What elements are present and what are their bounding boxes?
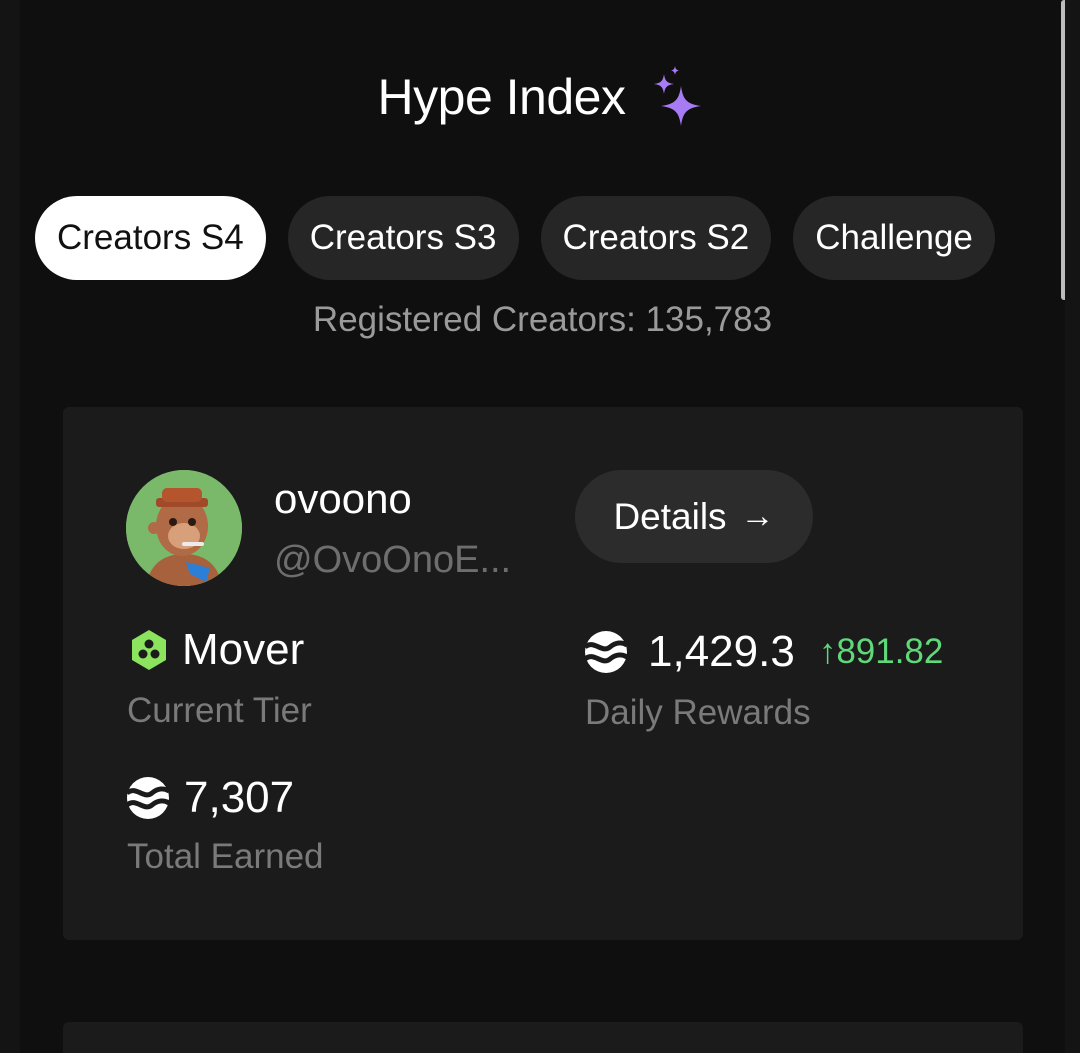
hexagon-tier-icon: [132, 630, 166, 670]
registered-creators-count: Registered Creators: 135,783: [312, 300, 773, 339]
tab-creators-s2[interactable]: Creators S2: [540, 196, 772, 280]
app-frame: Hype Index Creators S4 Creators S3 Creat…: [20, 0, 1065, 1053]
arrow-right-icon: →: [740, 497, 775, 535]
header: Hype Index: [20, 62, 1065, 132]
wave-coin-icon: [584, 631, 628, 673]
season-tabs: Creators S4 Creators S3 Creators S2 Chal…: [35, 196, 1065, 280]
total-earned-stat: 7,307: [126, 773, 294, 823]
total-earned-label: Total Earned: [127, 837, 324, 876]
tier-label: Current Tier: [127, 691, 312, 730]
daily-rewards-stat: 1,429.3 ↑891.82: [584, 627, 943, 677]
creator-handle: @OvoOnoE...: [274, 539, 512, 581]
total-earned-value: 7,307: [184, 773, 295, 822]
details-button-label: Details: [613, 495, 727, 537]
details-button[interactable]: Details →: [575, 470, 813, 563]
tier-name: Mover: [182, 625, 305, 674]
avatar-image: [126, 470, 242, 586]
avatar[interactable]: [126, 470, 242, 586]
next-card: [63, 1022, 1023, 1053]
daily-rewards-value: 1,429.3: [648, 627, 795, 676]
tab-challenge[interactable]: Challenge: [793, 196, 995, 280]
sparkle-icon: [654, 66, 702, 126]
creator-username: ovoono: [274, 475, 412, 522]
tab-creators-s3[interactable]: Creators S3: [287, 196, 519, 280]
tab-creators-s4[interactable]: Creators S4: [35, 196, 266, 280]
wave-coin-icon: [126, 777, 170, 819]
tier-stat: Mover: [130, 625, 304, 675]
daily-rewards-label: Daily Rewards: [585, 693, 811, 732]
page-title: Hype Index: [377, 69, 626, 125]
daily-rewards-change: ↑891.82: [818, 632, 944, 671]
creator-card: ovoono @OvoOnoE... Details → Mover Curre…: [63, 407, 1023, 940]
